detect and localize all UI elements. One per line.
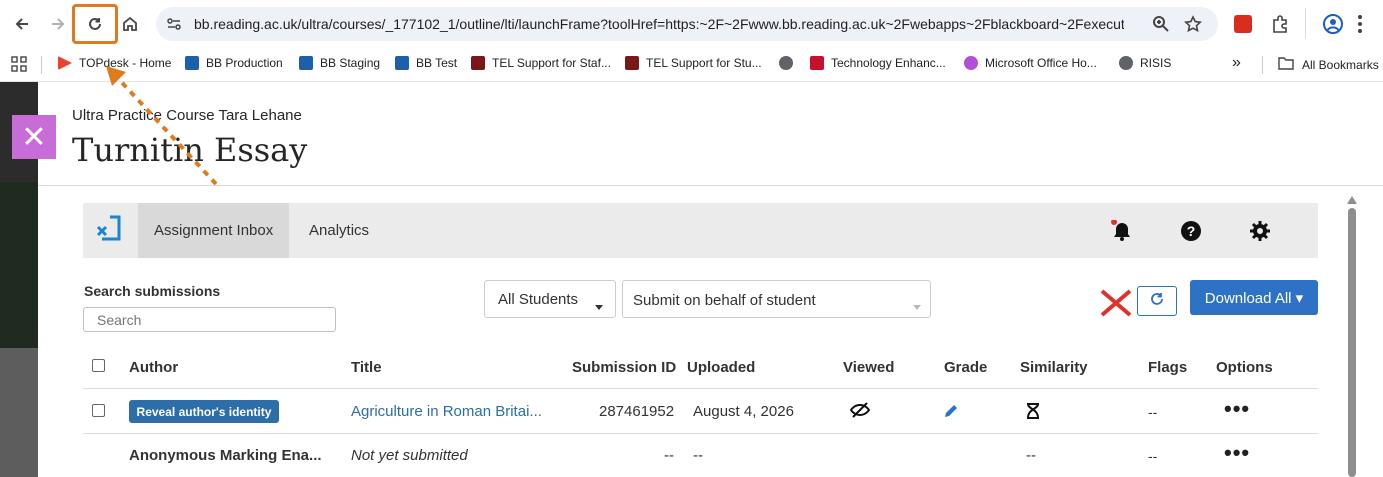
close-panel-button[interactable]: ✕ (12, 115, 56, 159)
reveal-author-button[interactable]: Reveal author's identity (129, 400, 279, 423)
table-header-divider (83, 388, 1318, 389)
similarity-value: -- (1026, 447, 1036, 464)
tel-icon (810, 56, 824, 70)
topdesk-icon (58, 56, 72, 70)
select-all-checkbox[interactable] (92, 359, 105, 372)
home-icon[interactable] (116, 10, 144, 38)
column-author[interactable]: Author (129, 359, 178, 376)
row-checkbox[interactable] (92, 404, 105, 417)
search-input[interactable] (83, 307, 336, 332)
zoom-icon[interactable] (1152, 15, 1170, 38)
similarity-pending-hourglass-icon (1026, 403, 1040, 424)
row-options-icon[interactable]: ••• (1224, 440, 1250, 466)
submit-on-behalf-select[interactable]: Submit on behalf of student (622, 280, 931, 318)
scrollbar-thumb[interactable] (1348, 208, 1356, 477)
globe-icon (1119, 56, 1133, 70)
uploaded-date: August 4, 2026 (693, 403, 794, 420)
column-viewed[interactable]: Viewed (843, 359, 894, 376)
address-bar[interactable]: bb.reading.ac.uk/ultra/courses/_177102_1… (156, 7, 1218, 41)
background-overlay (0, 348, 38, 477)
back-icon[interactable] (8, 10, 36, 38)
microsoft-365-icon (964, 56, 978, 70)
tab-assignment-inbox[interactable]: Assignment Inbox (138, 203, 290, 258)
toolbar-divider (1305, 8, 1306, 38)
table-row-divider (83, 433, 1318, 434)
reload-icon[interactable] (72, 4, 118, 44)
refresh-icon (1149, 291, 1165, 312)
all-bookmarks[interactable]: All Bookmarks (1278, 56, 1379, 73)
submission-id: -- (664, 447, 674, 464)
background-image (0, 182, 38, 348)
university-crest-icon (471, 56, 485, 70)
globe-icon (779, 56, 793, 70)
row-options-icon[interactable]: ••• (1224, 396, 1250, 422)
grade-pencil-icon[interactable] (943, 403, 959, 424)
column-title[interactable]: Title (351, 359, 382, 376)
uploaded-date: -- (693, 447, 703, 464)
forward-icon[interactable] (44, 10, 72, 38)
submission-status: Not yet submitted (351, 447, 468, 464)
submission-id: 287461952 (599, 403, 675, 420)
anonymous-author: Anonymous Marking Ena... (129, 447, 322, 464)
scrollbar[interactable] (1345, 196, 1359, 477)
column-similarity[interactable]: Similarity (1020, 359, 1088, 376)
menu-kebab-icon[interactable] (1356, 13, 1364, 40)
bookmark-globe[interactable] (779, 56, 800, 70)
university-crest-icon (625, 56, 639, 70)
scroll-up-icon[interactable] (1347, 196, 1357, 204)
chevron-down-icon (595, 297, 603, 314)
submission-title-link[interactable]: Agriculture in Roman Britai... (351, 403, 542, 420)
chevron-down-icon (913, 297, 921, 314)
students-filter-select[interactable]: All Students (484, 280, 616, 318)
title-divider (38, 185, 1383, 186)
site-info-icon[interactable] (166, 16, 182, 37)
column-options: Options (1216, 359, 1273, 376)
turnitin-logo-icon (96, 215, 122, 252)
flags-value: -- (1148, 404, 1158, 420)
column-grade[interactable]: Grade (944, 359, 987, 376)
profile-icon[interactable] (1322, 13, 1344, 40)
blackboard-icon (395, 56, 409, 70)
blackboard-icon (299, 56, 313, 70)
column-flags: Flags (1148, 359, 1188, 376)
tab-analytics[interactable]: Analytics (293, 203, 385, 258)
apps-grid-icon[interactable] (11, 56, 27, 77)
download-all-button[interactable]: Download All ▾ (1190, 280, 1318, 315)
column-submission-id[interactable]: Submission ID (572, 359, 676, 376)
extension-icon[interactable] (1234, 15, 1252, 33)
not-viewed-eye-icon (849, 402, 871, 423)
bookmark-tel-students[interactable]: TEL Support for Stu... (625, 56, 762, 70)
bookmark-microsoft-office[interactable]: Microsoft Office Ho... (964, 56, 1097, 70)
browser-toolbar: bb.reading.ac.uk/ultra/courses/_177102_1… (0, 0, 1383, 48)
folder-icon (1278, 56, 1294, 73)
extensions-puzzle-icon[interactable] (1270, 14, 1290, 39)
turnitin-header: Assignment Inbox Analytics ? (83, 203, 1318, 258)
bookmarks-divider (41, 56, 42, 74)
url-text: bb.reading.ac.uk/ultra/courses/_177102_1… (194, 16, 1124, 32)
bookmark-bb-test[interactable]: BB Test (395, 56, 457, 70)
bookmark-risis[interactable]: RISIS (1119, 56, 1171, 70)
bookmarks-overflow[interactable]: » (1232, 54, 1241, 72)
notifications-bell-icon[interactable] (1111, 220, 1133, 242)
settings-gear-icon[interactable] (1249, 220, 1271, 242)
refresh-button[interactable] (1137, 286, 1177, 316)
column-uploaded[interactable]: Uploaded (687, 359, 755, 376)
bookmark-tel-staff[interactable]: TEL Support for Staf... (471, 56, 611, 70)
bookmark-technology-enhanced[interactable]: Technology Enhanc... (810, 56, 946, 70)
bookmark-star-icon[interactable] (1183, 15, 1203, 38)
flags-value: -- (1148, 448, 1158, 464)
search-label: Search submissions (84, 283, 221, 299)
bookmark-bb-staging[interactable]: BB Staging (299, 56, 380, 70)
annotation-arrow (106, 66, 218, 186)
help-icon[interactable]: ? (1180, 220, 1202, 242)
red-cross-annotation-icon (1099, 288, 1133, 323)
svg-text:?: ? (1187, 223, 1196, 239)
bookmarks-divider (1262, 56, 1263, 74)
